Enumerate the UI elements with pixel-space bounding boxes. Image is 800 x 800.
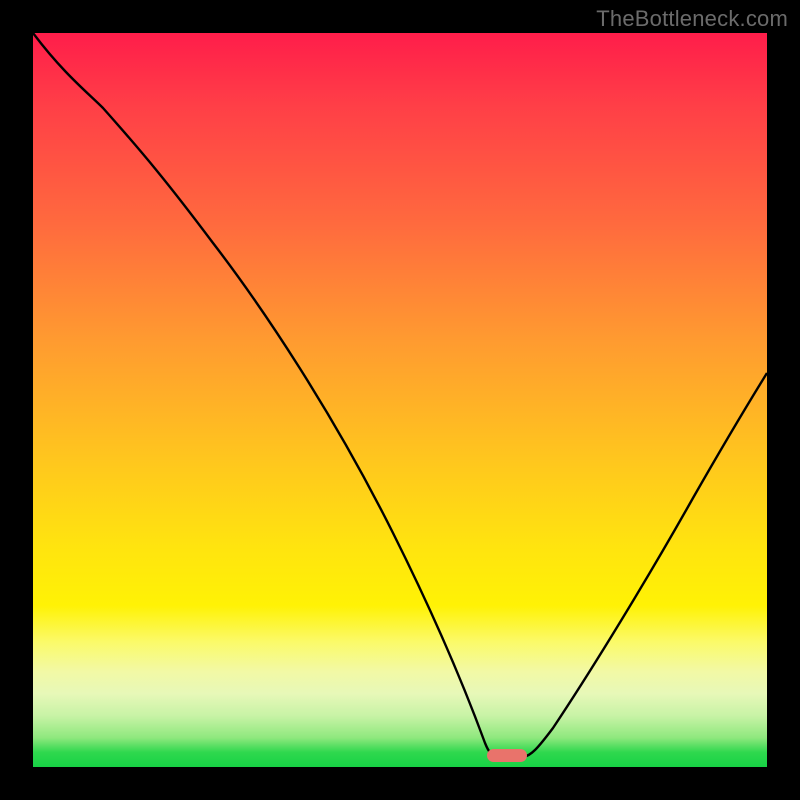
curve-path xyxy=(33,33,767,757)
chart-frame: TheBottleneck.com xyxy=(0,0,800,800)
optimal-marker xyxy=(487,749,527,762)
plot-area xyxy=(33,33,767,767)
bottleneck-curve xyxy=(33,33,767,767)
watermark-text: TheBottleneck.com xyxy=(596,6,788,32)
